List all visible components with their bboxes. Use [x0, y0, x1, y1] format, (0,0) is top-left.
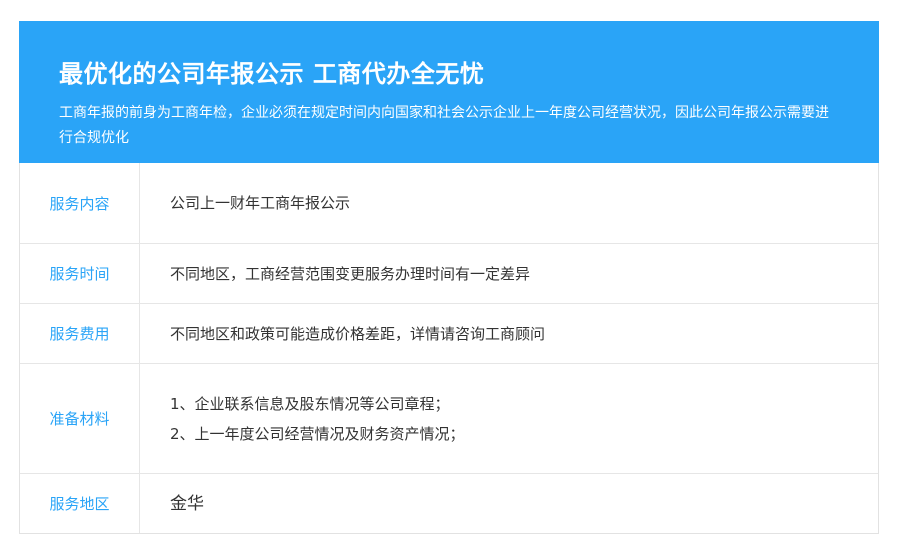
row-value: 金华: [140, 474, 878, 533]
row-required-materials: 准备材料 1、企业联系信息及股东情况等公司章程； 2、上一年度公司经营情况及财务…: [20, 363, 878, 473]
service-info-card: 最优化的公司年报公示 工商代办全无忧 工商年报的前身为工商年检，企业必须在规定时…: [19, 21, 879, 534]
row-service-content: 服务内容 公司上一财年工商年报公示: [20, 163, 878, 243]
row-label: 服务费用: [20, 304, 140, 363]
row-value-line: 1、企业联系信息及股东情况等公司章程；: [170, 394, 450, 413]
banner-description: 工商年报的前身为工商年检，企业必须在规定时间内向国家和社会公示企业上一年度公司经…: [59, 105, 829, 146]
row-service-region: 服务地区 金华: [20, 473, 878, 533]
service-details-table: 服务内容 公司上一财年工商年报公示 服务时间 不同地区，工商经营范围变更服务办理…: [20, 163, 878, 533]
row-service-time: 服务时间 不同地区，工商经营范围变更服务办理时间有一定差异: [20, 243, 878, 303]
row-value-line: 2、上一年度公司经营情况及财务资产情况；: [170, 424, 465, 443]
header-banner: 最优化的公司年报公示 工商代办全无忧 工商年报的前身为工商年检，企业必须在规定时…: [19, 21, 879, 163]
row-value-line: 不同地区和政策可能造成价格差距，详情请咨询工商顾问: [170, 324, 546, 343]
banner-title: 最优化的公司年报公示 工商代办全无忧: [59, 60, 485, 88]
row-value: 1、企业联系信息及股东情况等公司章程； 2、上一年度公司经营情况及财务资产情况；: [140, 364, 878, 473]
row-value: 不同地区，工商经营范围变更服务办理时间有一定差异: [140, 244, 878, 303]
row-label: 服务地区: [20, 474, 140, 533]
row-value-line: 公司上一财年工商年报公示: [170, 194, 351, 212]
row-value-line: 金华: [170, 493, 204, 514]
row-value-line: 不同地区，工商经营范围变更服务办理时间有一定差异: [170, 264, 531, 283]
row-label: 准备材料: [20, 364, 140, 473]
row-service-fee: 服务费用 不同地区和政策可能造成价格差距，详情请咨询工商顾问: [20, 303, 878, 363]
row-label: 服务内容: [20, 163, 140, 243]
row-value: 公司上一财年工商年报公示: [140, 163, 878, 243]
row-label: 服务时间: [20, 244, 140, 303]
row-value: 不同地区和政策可能造成价格差距，详情请咨询工商顾问: [140, 304, 878, 363]
